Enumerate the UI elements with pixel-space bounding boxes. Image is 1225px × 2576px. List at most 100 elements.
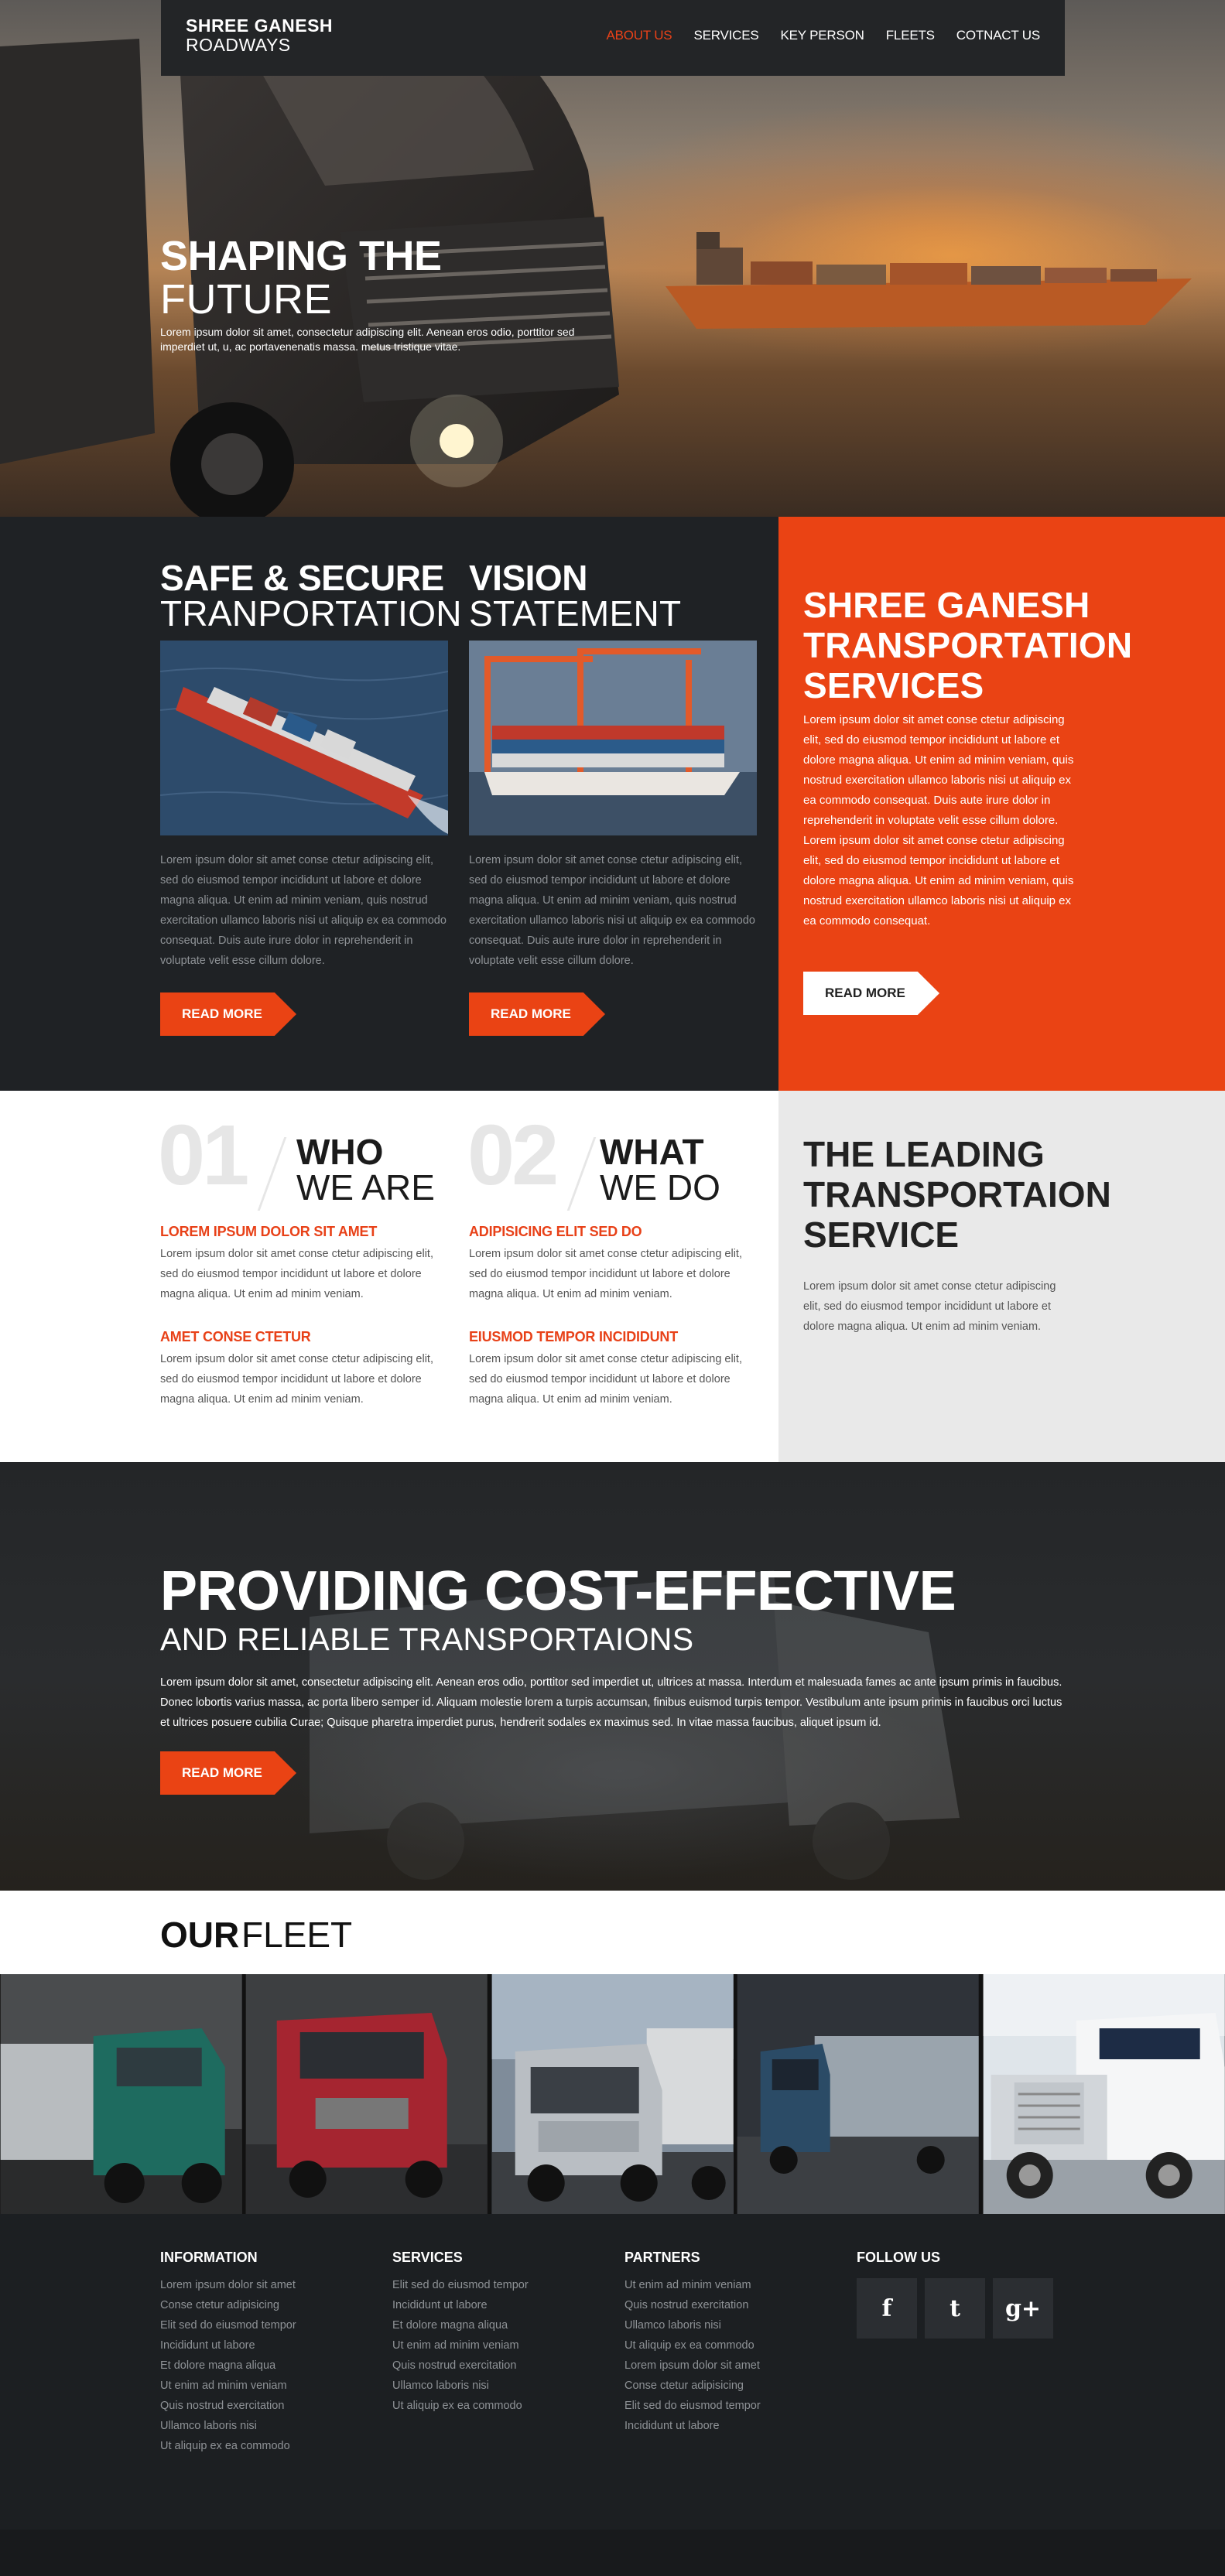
fleet-item-blue-truck[interactable]: [737, 1974, 979, 2214]
footer-information: INFORMATION Lorem ipsum dolor sit amet C…: [160, 2250, 296, 2456]
nav-contact-us[interactable]: COTNACT US: [956, 28, 1040, 43]
footer-link[interactable]: Et dolore magna aliqua: [160, 2356, 296, 2376]
footer-link[interactable]: Conse ctetur adipisicing: [624, 2376, 761, 2396]
footer-link[interactable]: Quis nostrud exercitation: [392, 2356, 529, 2376]
footer-link[interactable]: Quis nostrud exercitation: [624, 2295, 761, 2315]
footer-link[interactable]: Et dolore magna aliqua: [392, 2315, 529, 2335]
fleet-header: OUR FLEET: [0, 1891, 1225, 1974]
leading-text: Lorem ipsum dolor sit amet conse ctetur …: [803, 1280, 1056, 1333]
fleet-title: OUR: [160, 1915, 240, 1955]
read-more-button[interactable]: READ MORE: [469, 992, 605, 1036]
footer-link[interactable]: Ut aliquip ex ea commodo: [392, 2396, 529, 2416]
fleet-item-green-truck[interactable]: [0, 1974, 242, 2214]
footer-services: SERVICES Elit sed do eiusmod tempor Inci…: [392, 2250, 529, 2416]
hero-section: SHREE GANESH ROADWAYS ABOUT US SERVICES …: [0, 0, 1225, 526]
divider-slash: [257, 1137, 287, 1211]
fleet-item-white-truck[interactable]: [983, 1974, 1225, 2214]
feature-title: VISION: [469, 558, 587, 598]
brand-name[interactable]: SHREE GANESH: [186, 15, 333, 36]
footer-link[interactable]: Lorem ipsum dolor sit amet: [624, 2356, 761, 2376]
footer-link[interactable]: Ut enim ad minim veniam: [624, 2275, 761, 2295]
footer-link[interactable]: Conse ctetur adipisicing: [160, 2295, 296, 2315]
nav-fleets[interactable]: FLEETS: [886, 28, 935, 43]
footer-link[interactable]: Elit sed do eiusmod tempor: [392, 2275, 529, 2295]
what-title: WHAT: [600, 1132, 704, 1172]
company-description: Lorem ipsum dolor sit amet conse ctetur …: [803, 713, 1074, 928]
white-truck-image: [983, 1974, 1225, 2214]
cost-subtitle: AND RELIABLE TRANSPORTAIONS: [160, 1621, 694, 1657]
cost-effective-section: PROVIDING COST-EFFECTIVE AND RELIABLE TR…: [0, 1462, 1225, 1891]
what-item-heading: ADIPISICING ELIT SED DO: [469, 1224, 642, 1239]
feature-subtitle: TRANPORTATION: [160, 593, 462, 634]
nav-services[interactable]: SERVICES: [693, 28, 758, 43]
fleet-item-silver-truck[interactable]: [491, 1974, 734, 2214]
main-nav: ABOUT US SERVICES KEY PERSON FLEETS COTN…: [606, 28, 1040, 43]
port-image: [469, 641, 757, 835]
footer-link[interactable]: Incididunt ut labore: [160, 2335, 296, 2356]
about-section: 01 WHO WE ARE LOREM IPSUM DOLOR SIT AMET…: [0, 1091, 1225, 1462]
cargo-ship-image: [666, 232, 1192, 329]
footer-link[interactable]: Elit sed do eiusmod tempor: [624, 2396, 761, 2416]
feature-vision: VISION STATEMENT Lorem ipsum dolor sit a…: [469, 560, 757, 1036]
footer-heading: SERVICES: [392, 2250, 463, 2265]
feature-text: Lorem ipsum dolor sit amet conse ctetur …: [469, 854, 755, 967]
features-panel: SAFE & SECURE TRANPORTATION Lorem ipsum …: [0, 517, 778, 1091]
read-more-button[interactable]: READ MORE: [803, 972, 939, 1015]
feature-text: Lorem ipsum dolor sit amet conse ctetur …: [160, 854, 447, 967]
who-item-heading: LOREM IPSUM DOLOR SIT AMET: [160, 1224, 378, 1239]
number-02: 02: [467, 1108, 559, 1203]
divider-slash: [566, 1137, 597, 1211]
who-item-text: Lorem ipsum dolor sit amet conse ctetur …: [160, 1353, 433, 1406]
company-title-line: SERVICES: [803, 665, 984, 705]
nav-key-person[interactable]: KEY PERSON: [781, 28, 864, 43]
footer-link[interactable]: Ut enim ad minim veniam: [392, 2335, 529, 2356]
footer-link[interactable]: Quis nostrud exercitation: [160, 2396, 296, 2416]
silver-truck-image: [491, 1974, 734, 2214]
leading-title-line: SERVICE: [803, 1215, 960, 1255]
footer-link[interactable]: Elit sed do eiusmod tempor: [160, 2315, 296, 2335]
footer-link[interactable]: Incididunt ut labore: [392, 2295, 529, 2315]
who-item-heading: AMET CONSE CTETUR: [160, 1329, 311, 1344]
footer-link[interactable]: Ut enim ad minim veniam: [160, 2376, 296, 2396]
google-plus-button[interactable]: g+: [993, 2278, 1053, 2339]
footer-link[interactable]: Lorem ipsum dolor sit amet: [160, 2275, 296, 2295]
company-title-line: TRANSPORTATION: [803, 625, 1133, 665]
blue-truck-image: [737, 1974, 979, 2214]
footer-bottom-bar: [0, 2530, 1225, 2576]
what-item-text: Lorem ipsum dolor sit amet conse ctetur …: [469, 1248, 742, 1300]
footer-link[interactable]: Ut aliquip ex ea commodo: [160, 2436, 296, 2456]
what-subtitle: WE DO: [600, 1167, 720, 1208]
footer-link[interactable]: Ut aliquip ex ea commodo: [624, 2335, 761, 2356]
feature-title: SAFE & SECURE: [160, 558, 444, 598]
services-section: SAFE & SECURE TRANPORTATION Lorem ipsum …: [0, 517, 1225, 1091]
footer-link[interactable]: Ullamco laboris nisi: [160, 2416, 296, 2436]
company-title-line: SHREE GANESH: [803, 585, 1090, 625]
hero-subtitle: FUTURE: [160, 276, 332, 323]
who-title: WHO: [296, 1132, 384, 1172]
footer-link[interactable]: Incididunt ut labore: [624, 2416, 761, 2436]
footer-heading: PARTNERS: [624, 2250, 700, 2265]
fleet-item-red-truck[interactable]: [245, 1974, 488, 2214]
twitter-button[interactable]: t: [925, 2278, 985, 2339]
facebook-button[interactable]: f: [857, 2278, 917, 2339]
footer-link[interactable]: Ullamco laboris nisi: [392, 2376, 529, 2396]
green-truck-image: [0, 1974, 242, 2214]
who-item-text: Lorem ipsum dolor sit amet conse ctetur …: [160, 1248, 433, 1300]
nav-about-us[interactable]: ABOUT US: [606, 28, 672, 43]
hero-title: SHAPING THE: [160, 233, 442, 279]
number-01: 01: [158, 1108, 249, 1203]
google-plus-icon: g+: [1004, 2294, 1042, 2322]
read-more-button[interactable]: READ MORE: [160, 1751, 296, 1795]
footer-follow-us: FOLLOW US f t g+: [857, 2250, 1053, 2339]
read-more-button[interactable]: READ MORE: [160, 992, 296, 1036]
facebook-icon: f: [881, 2294, 892, 2322]
leading-title: THE LEADING TRANSPORTAION SERVICE: [803, 1134, 1111, 1255]
footer-link[interactable]: Ullamco laboris nisi: [624, 2315, 761, 2335]
footer: INFORMATION Lorem ipsum dolor sit amet C…: [0, 2214, 1225, 2530]
footer-heading: INFORMATION: [160, 2250, 258, 2265]
brand-subtitle[interactable]: ROADWAYS: [186, 35, 291, 56]
red-truck-image: [246, 1974, 488, 2214]
page: SHREE GANESH ROADWAYS ABOUT US SERVICES …: [0, 0, 1225, 2576]
fleet-subtitle: FLEET: [241, 1915, 353, 1955]
fleet-gallery: [0, 1974, 1225, 2214]
